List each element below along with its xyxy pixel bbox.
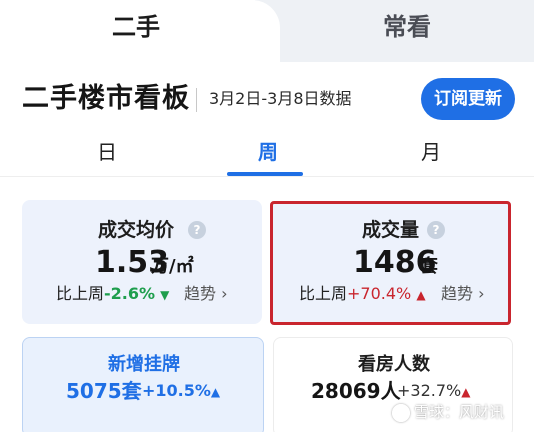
- trend-label: 趋势: [184, 284, 217, 303]
- help-icon[interactable]: ?: [427, 221, 445, 239]
- date-range: 3月2日-3月8日数据: [209, 89, 352, 108]
- help-icon[interactable]: ?: [188, 221, 206, 239]
- tab-frequently-viewed[interactable]: 常看: [383, 12, 431, 42]
- title-divider: [196, 88, 197, 112]
- avg-price-unit: 万/㎡: [151, 256, 194, 277]
- snowball-logo-icon: [392, 403, 410, 422]
- watermark: 雪球：风财讯: [392, 402, 504, 422]
- chevron-right-icon: ›: [221, 284, 228, 303]
- avg-price-change: -2.6%: [104, 284, 156, 303]
- tab-day[interactable]: 日: [97, 138, 117, 166]
- triangle-up-icon: ▲: [461, 385, 471, 399]
- viewers-label: 看房人数: [358, 354, 430, 375]
- period-tab-divider: [0, 176, 534, 177]
- viewers-change: +32.7%: [397, 381, 462, 400]
- page-title: 二手楼市看板: [22, 83, 190, 114]
- avg-price-compare: 比上周-2.6% ▼: [56, 283, 169, 306]
- chevron-right-icon: ›: [478, 284, 485, 303]
- tab-second-hand[interactable]: 二手: [112, 12, 160, 42]
- avg-price-trend-link[interactable]: 趋势 ›: [184, 283, 228, 305]
- viewers-change-group: +32.7%▲: [397, 380, 470, 403]
- top-tab-bar: 二手 常看: [0, 0, 534, 62]
- new-listings-change: +10.5%: [142, 381, 211, 400]
- watermark-text: 雪球：风财讯: [414, 403, 505, 421]
- triangle-up-icon: ▲: [210, 385, 221, 399]
- trend-label: 趋势: [441, 284, 474, 303]
- subscribe-button[interactable]: 订阅更新: [421, 78, 515, 120]
- new-listings-value: 5075套: [66, 379, 142, 403]
- compare-prefix: 比上周: [56, 284, 105, 303]
- viewers-value: 28069人: [311, 379, 401, 403]
- volume-compare: 比上周+70.4% ▲: [299, 283, 426, 306]
- tab-month[interactable]: 月: [421, 138, 441, 166]
- triangle-down-icon: ▼: [160, 288, 170, 302]
- new-listings-change-group: +10.5%▲: [142, 380, 220, 403]
- volume-trend-link[interactable]: 趋势 ›: [441, 283, 485, 305]
- volume-change: +70.4%: [347, 284, 412, 303]
- avg-price-label: 成交均价: [98, 219, 175, 241]
- tab-week[interactable]: 周: [258, 138, 278, 166]
- new-listings-label: 新增挂牌: [108, 354, 180, 375]
- volume-label: 成交量: [362, 219, 420, 241]
- volume-unit: 套: [420, 256, 438, 277]
- triangle-up-icon: ▲: [416, 288, 426, 302]
- compare-prefix: 比上周: [299, 284, 348, 303]
